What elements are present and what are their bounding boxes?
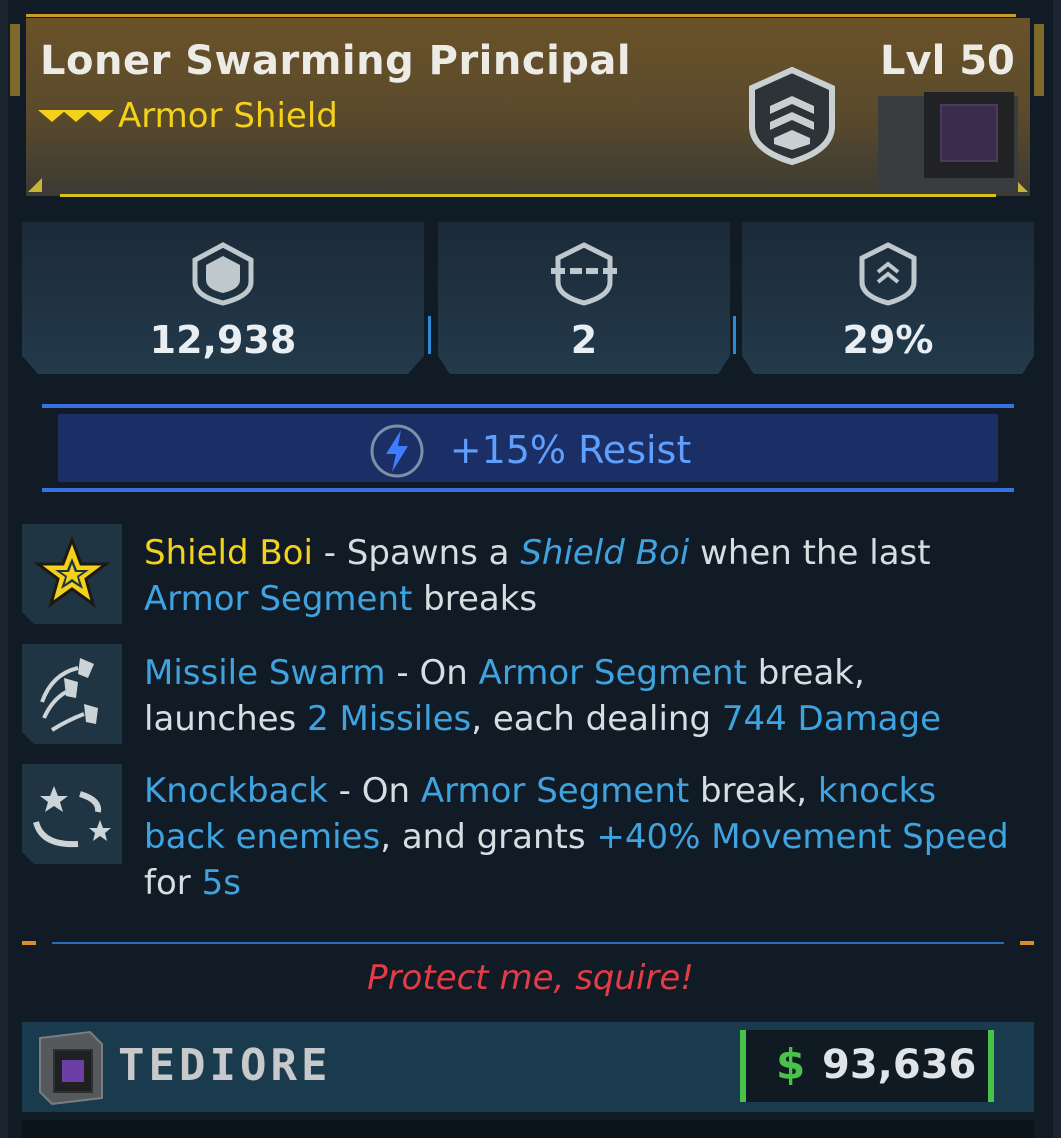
perk-name: Missile Swarm: [144, 653, 386, 693]
perk-shield-boi: Shield Boi - Spawns a Shield Boi when th…: [144, 533, 931, 619]
stat-recharge-value: 29%: [842, 318, 934, 362]
divider-accent-right: [1020, 941, 1034, 945]
resist-label: +15% Resist: [449, 428, 692, 472]
stat-segments-value: 2: [570, 318, 598, 362]
stat-capacity-value: 12,938: [149, 318, 297, 362]
stat-separator: [733, 316, 736, 354]
header-corner-left: [28, 178, 42, 192]
stat-separator: [428, 316, 431, 354]
item-type-row: Armor Shield: [38, 96, 338, 136]
perk-name: Knockback: [144, 771, 328, 811]
perk-knockback: Knockback - On Armor Segment break, knoc…: [144, 771, 1009, 903]
stat-capacity: 12,938: [22, 222, 424, 374]
manufacturer-logo: TEDIORE: [118, 1040, 332, 1091]
header-bottom-border: [60, 194, 996, 197]
stat-recharge: 29%: [742, 222, 1034, 374]
resist-frame-top: [42, 404, 1014, 408]
divider: [52, 942, 1004, 944]
stat-segments: 2: [438, 222, 730, 374]
perk-name: Shield Boi: [144, 533, 313, 573]
star-badge-icon: [33, 535, 111, 608]
left-frame-accent: [10, 24, 20, 96]
flavor-text: Protect me, squire!: [367, 958, 694, 998]
manufacturer-cube-icon: [39, 1030, 103, 1106]
item-preview-core: [940, 104, 998, 162]
bottom-frame-strip: [22, 1120, 1034, 1138]
item-type: Armor Shield: [118, 96, 338, 136]
shield-capacity-icon: [192, 242, 254, 306]
item-name: Loner Swarming Principal: [40, 38, 632, 84]
header-top-border: [26, 14, 1016, 17]
rarity-chevrons-icon: [38, 110, 114, 122]
perk-icon-box: [22, 524, 122, 624]
item-level: Lvl 50: [880, 38, 1015, 84]
knockback-stars-icon: [33, 786, 111, 848]
dollar-icon: $: [776, 1040, 806, 1089]
armor-segment-icon: [551, 242, 617, 306]
divider-accent-left: [22, 941, 36, 945]
perk-icon-box: [22, 764, 122, 864]
perk-icon-box: [22, 644, 122, 744]
right-frame-accent: [1034, 24, 1044, 96]
price-value: 93,636: [822, 1042, 977, 1088]
missile-swarm-icon: [40, 658, 98, 732]
shield-type-icon: [749, 66, 835, 166]
resist-frame-bottom: [42, 488, 1014, 492]
recharge-icon: [859, 242, 917, 306]
perk-missile-swarm: Missile Swarm - On Armor Segment break, …: [144, 653, 942, 739]
